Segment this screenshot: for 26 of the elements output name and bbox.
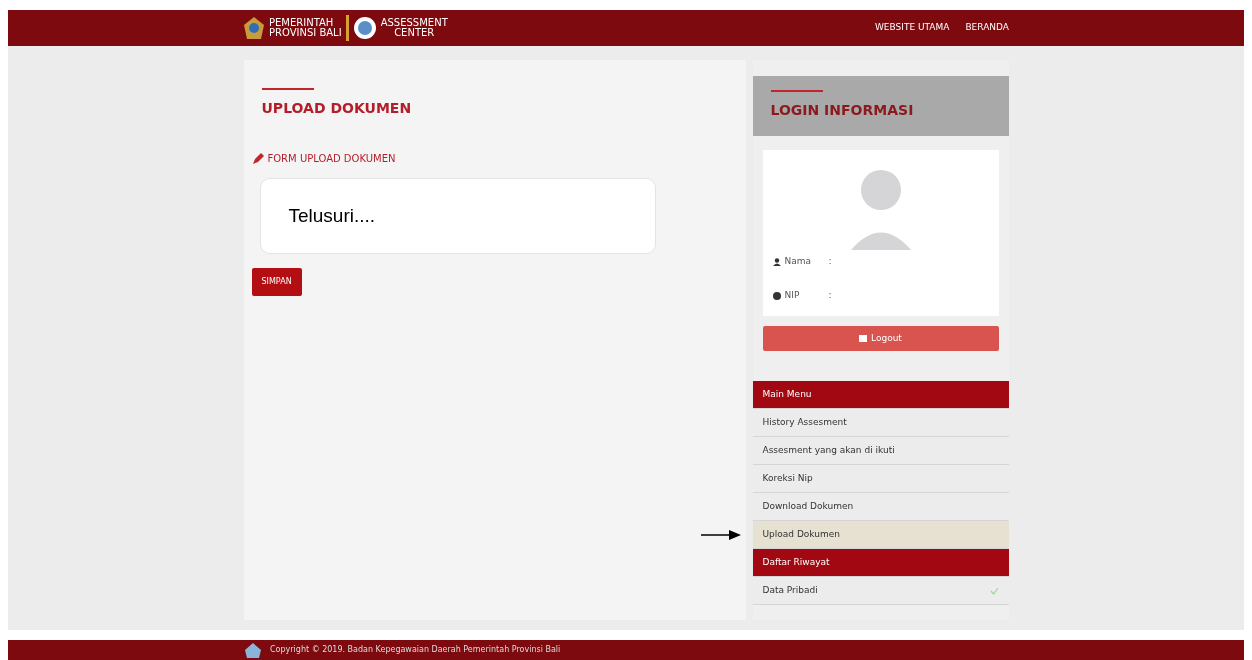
seal-logo bbox=[352, 16, 377, 40]
panel-title: LOGIN INFORMASI bbox=[770, 101, 915, 120]
save-button[interactable]: SIMPAN bbox=[251, 268, 302, 296]
page-title: UPLOAD DOKUMEN bbox=[261, 99, 413, 118]
emblem-logo bbox=[244, 642, 262, 658]
nav-link[interactable]: WEBSITE UTAMA bbox=[874, 21, 950, 35]
field-label: NIP bbox=[784, 289, 800, 303]
field-value: : bbox=[828, 289, 832, 303]
copyright-text: Copyright © 2019. Badan Kepegawaian Daerah Pemerintah Provinsi Bali bbox=[270, 644, 561, 656]
emblem-logo bbox=[243, 16, 265, 40]
form-title: FORM UPLOAD DOKUMEN bbox=[267, 152, 396, 166]
brand-text: CENTER bbox=[393, 28, 436, 39]
menu-header: Daftar Riwayat bbox=[752, 549, 1009, 577]
pencil-icon bbox=[251, 152, 264, 165]
logout-button[interactable]: Logout bbox=[762, 326, 999, 351]
brand-text: PROVINSI BALI bbox=[269, 28, 342, 39]
brand-text: PEMERINTAH bbox=[269, 17, 335, 28]
circle-icon bbox=[772, 292, 781, 300]
field-value: : bbox=[828, 255, 832, 269]
nav-link[interactable]: BERANDA bbox=[965, 21, 1009, 35]
menu-header: Main Menu bbox=[752, 381, 1009, 409]
user-icon bbox=[772, 258, 781, 266]
brand-text: ASSESSMENT bbox=[380, 17, 448, 28]
field-label: Nama bbox=[784, 255, 812, 269]
file-browse-button[interactable]: Telusuri.... bbox=[259, 178, 656, 254]
arrow-icon bbox=[700, 530, 741, 540]
